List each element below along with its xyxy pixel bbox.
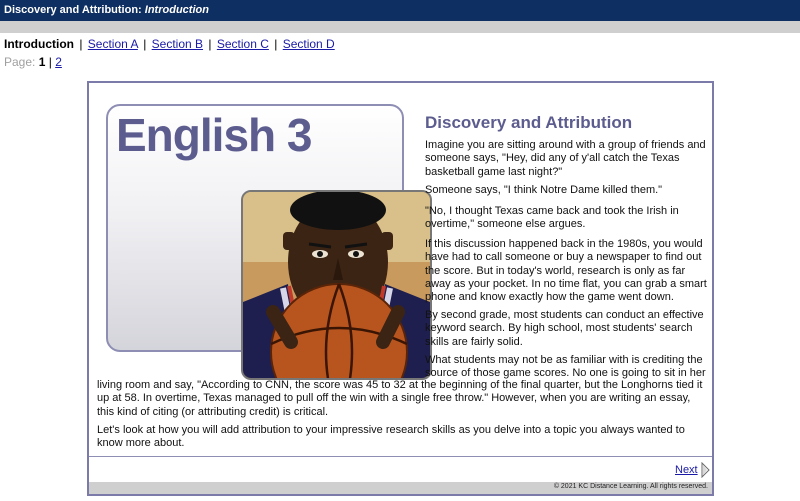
next-arrow-icon[interactable] (701, 462, 710, 478)
nav-current-introduction: Introduction (4, 37, 74, 51)
header-strip (0, 21, 800, 33)
basketball-player-photo (241, 190, 432, 380)
article-paragraph: By second grade, most students can condu… (425, 309, 704, 348)
article-paragraph: living room and say, "According to CNN, … (97, 379, 703, 418)
article-paragraph: Imagine you are sitting around with a gr… (425, 139, 706, 178)
article-paragraph: If this discussion happened back in the … (425, 238, 707, 304)
pager-separator: | (48, 55, 52, 69)
nav-link-section-c[interactable]: Section C (217, 37, 269, 51)
content-divider (89, 456, 712, 457)
content-frame: English 3 Discovery and Attribution Imag… (87, 81, 714, 496)
pager-current-page: 1 (38, 55, 46, 69)
player-photo-icon (243, 192, 430, 378)
article-paragraph: Someone says, "I think Notre Dame killed… (425, 184, 663, 196)
pager-link-page-2[interactable]: 2 (55, 55, 62, 69)
hero-card: English 3 (106, 104, 432, 380)
article-title: Discovery and Attribution (425, 113, 633, 132)
nav-link-section-d[interactable]: Section D (283, 37, 335, 51)
nav-separator: | (274, 37, 278, 51)
section-nav: Introduction | Section A | Section B | S… (4, 37, 335, 51)
title-main: Discovery and Attribution: (4, 4, 145, 16)
footer-bar: © 2021 KC Distance Learning. All rights … (89, 482, 712, 494)
next-link[interactable]: Next (675, 464, 698, 476)
nav-separator: | (143, 37, 147, 51)
nav-link-section-b[interactable]: Section B (152, 37, 203, 51)
copyright-text: © 2021 KC Distance Learning. All rights … (553, 483, 708, 490)
hero-title: English 3 (116, 109, 312, 161)
nav-link-section-a[interactable]: Section A (88, 37, 138, 51)
nav-separator: | (79, 37, 83, 51)
article-paragraph: What students may not be as familiar wit… (425, 354, 706, 380)
pager: Page: 1 | 2 (4, 55, 62, 69)
title-bar: Discovery and Attribution: Introduction (0, 0, 800, 21)
nav-separator: | (208, 37, 212, 51)
article-paragraph: Let's look at how you will add attributi… (97, 424, 685, 450)
article-paragraph: "No, I thought Texas came back and took … (425, 205, 679, 231)
title-sub: Introduction (144, 4, 209, 16)
pager-label: Page: (4, 55, 36, 69)
